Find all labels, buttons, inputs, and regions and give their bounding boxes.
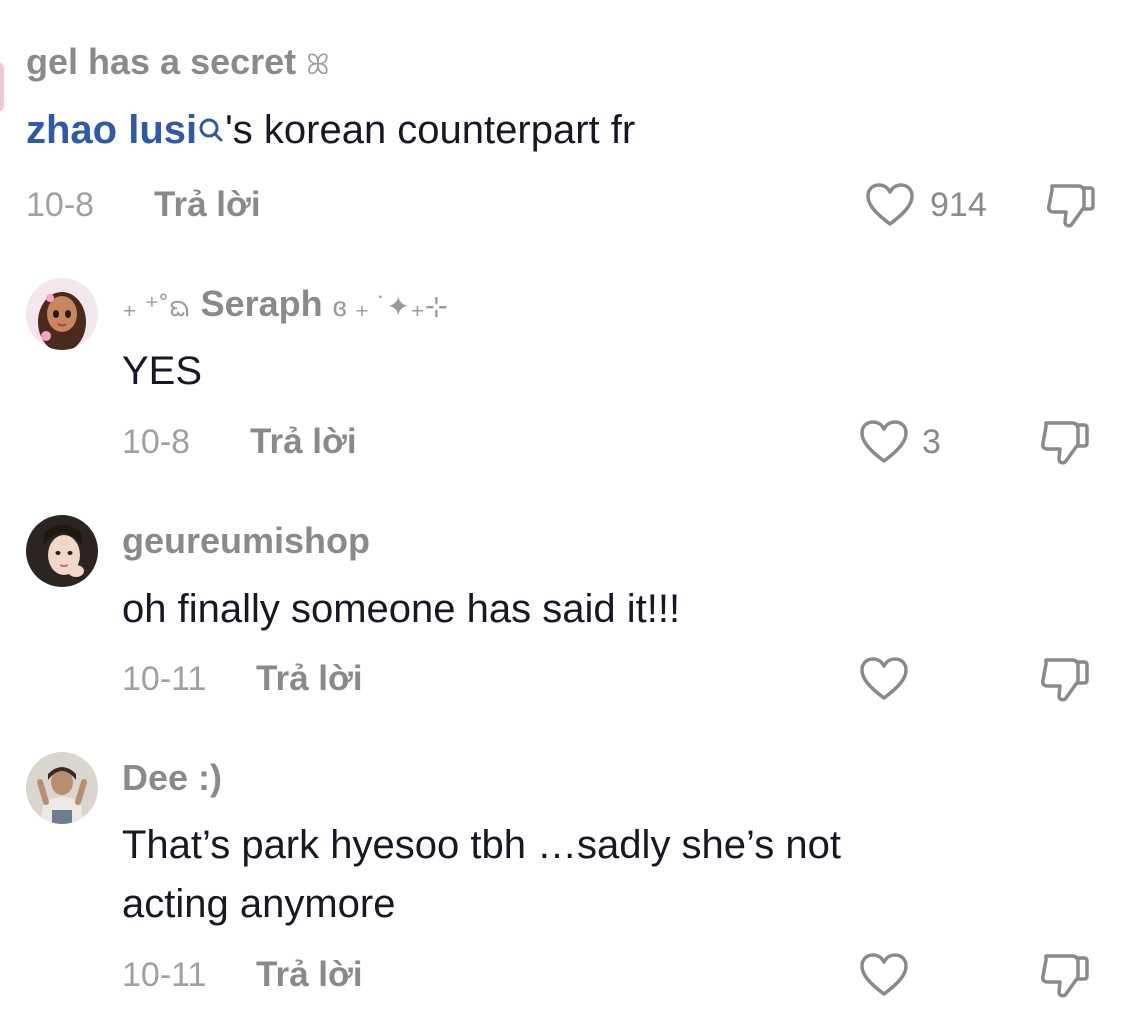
heart-outline-icon	[866, 183, 914, 226]
username-text: gel has a secret	[26, 41, 297, 82]
avatar-edge	[0, 62, 4, 112]
comment-username[interactable]: Dee :)	[122, 758, 222, 798]
username-decoration: ꕤ	[306, 49, 330, 80]
comment-username[interactable]: geureumishop	[122, 521, 370, 561]
heart-outline-icon	[860, 657, 908, 700]
reply-button[interactable]: Trả lời	[154, 180, 261, 230]
comment-date: 10-8	[122, 423, 191, 461]
thumbs-down-icon	[1041, 421, 1089, 465]
comment-item: Dee :) That’s park hyesoo tbh …sadly she…	[0, 740, 1142, 1030]
comment-body: 's korean counterpart fr	[225, 108, 636, 152]
like-button[interactable]	[858, 419, 910, 465]
comment-meta: 10-8 Trả lời 3	[0, 417, 1142, 467]
comment-text: oh finally someone has said it!!!	[122, 587, 681, 631]
comment-item: ₊ ⁺˚ᨳ Seraph ɞ ₊ ˙✦₊⊹ YES 10-8 Trả lời 3	[0, 260, 1142, 480]
avatar[interactable]	[26, 278, 98, 350]
comment-item: geureumishop oh finally someone has said…	[0, 500, 1142, 730]
heart-outline-icon	[860, 420, 908, 463]
like-count: 914	[930, 186, 987, 224]
heart-outline-icon	[860, 953, 908, 996]
comment-text-line-2: acting anymore	[122, 882, 396, 926]
mention-link[interactable]: zhao lusi	[26, 108, 225, 152]
comment-text-line-1: That’s park hyesoo tbh …sadly she’s not	[122, 823, 841, 867]
reply-button[interactable]: Trả lời	[256, 950, 363, 1000]
comment-username[interactable]: ₊ ⁺˚ᨳ Seraph ɞ ₊ ˙✦₊⊹	[122, 284, 448, 327]
avatar[interactable]	[26, 515, 98, 587]
dislike-button[interactable]	[1038, 419, 1090, 467]
dislike-button[interactable]	[1038, 656, 1090, 704]
thumbs-down-icon	[1047, 184, 1095, 228]
avatar[interactable]	[26, 752, 98, 824]
thumbs-down-icon	[1041, 658, 1089, 702]
thumbs-down-icon	[1041, 954, 1089, 998]
like-button[interactable]	[858, 656, 910, 702]
comment-text: zhao lusi 's korean counterpart fr	[26, 101, 635, 161]
comment-meta: 10-11 Trả lời	[0, 654, 1142, 704]
username-decoration: ɞ ₊ ˙✦₊⊹	[332, 291, 449, 322]
username-text: Seraph	[200, 283, 323, 324]
like-button[interactable]	[858, 952, 910, 998]
username-decoration: ₊ ⁺˚ᨳ	[122, 291, 191, 322]
dislike-button[interactable]	[1038, 952, 1090, 1000]
search-icon	[197, 103, 225, 161]
reply-button[interactable]: Trả lời	[250, 417, 357, 467]
dislike-button[interactable]	[1044, 182, 1096, 230]
comment-date: 10-11	[122, 956, 207, 994]
like-count: 3	[922, 423, 941, 461]
mention-text: zhao lusi	[26, 108, 198, 152]
comment-meta: 10-11 Trả lời	[0, 950, 1142, 1000]
comment-meta: 10-8 Trả lời 914	[0, 180, 1142, 230]
comment-text: YES	[122, 349, 203, 393]
comment-date: 10-11	[122, 660, 207, 698]
comment-username[interactable]: gel has a secret ꕤ	[26, 42, 329, 85]
reply-button[interactable]: Trả lời	[256, 654, 363, 704]
comment-date: 10-8	[26, 186, 95, 224]
like-button[interactable]	[864, 182, 916, 228]
comment-item: gel has a secret ꕤ zhao lusi 's korean co…	[0, 0, 1142, 240]
